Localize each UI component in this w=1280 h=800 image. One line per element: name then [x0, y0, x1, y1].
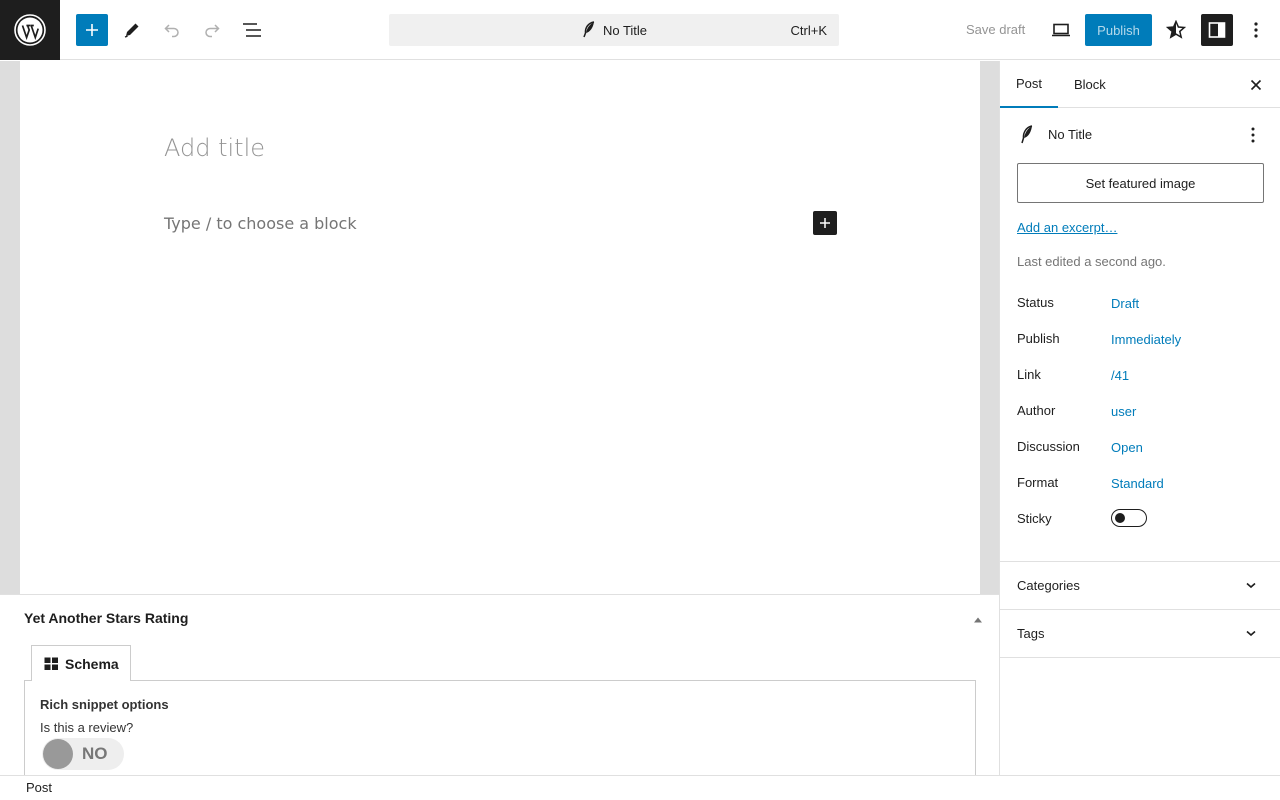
sticky-label: Sticky	[1017, 511, 1052, 526]
is-review-toggle[interactable]: NO	[42, 738, 124, 770]
options-menu-button[interactable]	[1240, 14, 1272, 46]
settings-sidebar: Post Block No Title Set featured image A…	[999, 61, 1280, 775]
wordpress-icon	[14, 14, 46, 46]
default-block-appender[interactable]: Type / to choose a block	[164, 214, 357, 233]
metabox-collapse-toggle[interactable]	[973, 612, 983, 627]
last-edited-text: Last edited a second ago.	[1017, 254, 1166, 269]
plugin-star-button[interactable]	[1160, 14, 1192, 46]
plus-icon	[86, 24, 98, 36]
discussion-label: Discussion	[1017, 439, 1080, 454]
sticky-row: Sticky	[1017, 509, 1267, 531]
add-excerpt-link[interactable]: Add an excerpt…	[1017, 220, 1117, 235]
status-label: Status	[1017, 295, 1054, 310]
grid-icon	[44, 657, 58, 670]
metabox-title: Yet Another Stars Rating	[24, 610, 189, 626]
link-label: Link	[1017, 367, 1041, 382]
vertical-ellipsis-icon	[1251, 127, 1255, 143]
tab-post[interactable]: Post	[1000, 61, 1058, 108]
schema-tab-label: Schema	[65, 655, 119, 672]
author-label: Author	[1017, 403, 1056, 418]
format-button[interactable]: Standard	[1111, 476, 1164, 491]
sticky-toggle-knob	[1115, 513, 1125, 523]
author-button[interactable]: user	[1111, 404, 1136, 419]
format-row: Format Standard	[1017, 475, 1267, 495]
plus-icon	[820, 218, 830, 228]
close-icon	[1250, 79, 1262, 91]
schema-tab[interactable]: Schema	[31, 645, 131, 681]
post-title-input[interactable]: Add title	[164, 134, 265, 162]
pencil-icon	[124, 23, 139, 38]
star-filled-icon	[1166, 20, 1186, 39]
feather-icon	[583, 21, 595, 38]
set-featured-image-button[interactable]: Set featured image	[1017, 163, 1264, 203]
discussion-button[interactable]: Open	[1111, 440, 1143, 455]
chevron-down-icon	[1246, 582, 1256, 589]
wordpress-logo-button[interactable]	[0, 0, 60, 60]
review-question-label: Is this a review?	[40, 720, 134, 735]
document-title: No Title	[602, 22, 648, 38]
publish-date-button[interactable]: Immediately	[1111, 332, 1181, 347]
sidebar-tabs: Post Block	[1000, 61, 1280, 108]
chevron-down-icon	[1246, 630, 1256, 637]
publish-label: Publish	[1017, 331, 1060, 346]
tab-block-label: Block	[1074, 77, 1106, 92]
publish-button[interactable]: Publish	[1085, 14, 1152, 46]
status-row: Status Draft	[1017, 295, 1267, 315]
redo-button[interactable]	[196, 14, 228, 46]
editor-header: No Title Ctrl+K Save draft Publish	[0, 0, 1280, 60]
publish-row: Publish Immediately	[1017, 331, 1267, 351]
schema-panel: Rich snippet options Is this a review? N…	[24, 680, 976, 777]
author-row: Author user	[1017, 403, 1267, 423]
settings-sidebar-toggle[interactable]	[1201, 14, 1233, 46]
post-card: No Title	[1017, 124, 1267, 148]
link-row: Link /41	[1017, 367, 1267, 387]
undo-icon	[164, 24, 179, 38]
inline-block-inserter-button[interactable]	[813, 211, 837, 235]
preview-button[interactable]	[1045, 14, 1077, 46]
permalink-button[interactable]: /41	[1111, 368, 1129, 383]
desktop-icon	[1052, 23, 1070, 37]
triangle-up-icon	[974, 617, 982, 623]
tab-post-label: Post	[1016, 76, 1043, 91]
command-palette-bar[interactable]: No Title Ctrl+K	[389, 14, 839, 46]
tools-button[interactable]	[116, 14, 148, 46]
close-sidebar-button[interactable]	[1244, 73, 1268, 97]
editor-footer: Post	[0, 775, 1280, 800]
tags-panel[interactable]: Tags	[1000, 609, 1280, 657]
discussion-row: Discussion Open	[1017, 439, 1267, 459]
status-value-button[interactable]: Draft	[1111, 296, 1139, 311]
categories-panel-title: Categories	[1017, 578, 1080, 593]
block-inserter-button[interactable]	[76, 14, 108, 46]
categories-panel[interactable]: Categories	[1000, 561, 1280, 609]
toggle-state-label: NO	[82, 744, 108, 763]
tags-panel-title: Tags	[1017, 626, 1045, 641]
post-actions-button[interactable]	[1243, 124, 1263, 151]
breadcrumb[interactable]: Post	[26, 780, 52, 795]
rich-snippet-heading: Rich snippet options	[40, 697, 169, 712]
save-draft-button[interactable]: Save draft	[966, 22, 1025, 37]
tab-block[interactable]: Block	[1074, 61, 1106, 108]
feather-icon	[1021, 125, 1033, 144]
stars-rating-metabox: Yet Another Stars Rating Schema Rich sni…	[0, 594, 999, 777]
redo-icon	[205, 24, 220, 38]
undo-button[interactable]	[156, 14, 188, 46]
toggle-knob	[43, 739, 73, 769]
post-card-title: No Title	[1048, 127, 1093, 142]
document-overview-button[interactable]	[236, 14, 268, 46]
format-label: Format	[1017, 475, 1059, 490]
sticky-toggle[interactable]	[1111, 509, 1147, 527]
vertical-ellipsis-icon	[1254, 22, 1258, 38]
document-title-area: No Title	[389, 14, 839, 46]
command-shortcut: Ctrl+K	[790, 23, 827, 38]
panel-divider	[1000, 657, 1280, 658]
sidebar-icon	[1208, 22, 1226, 38]
list-view-icon	[243, 23, 261, 37]
